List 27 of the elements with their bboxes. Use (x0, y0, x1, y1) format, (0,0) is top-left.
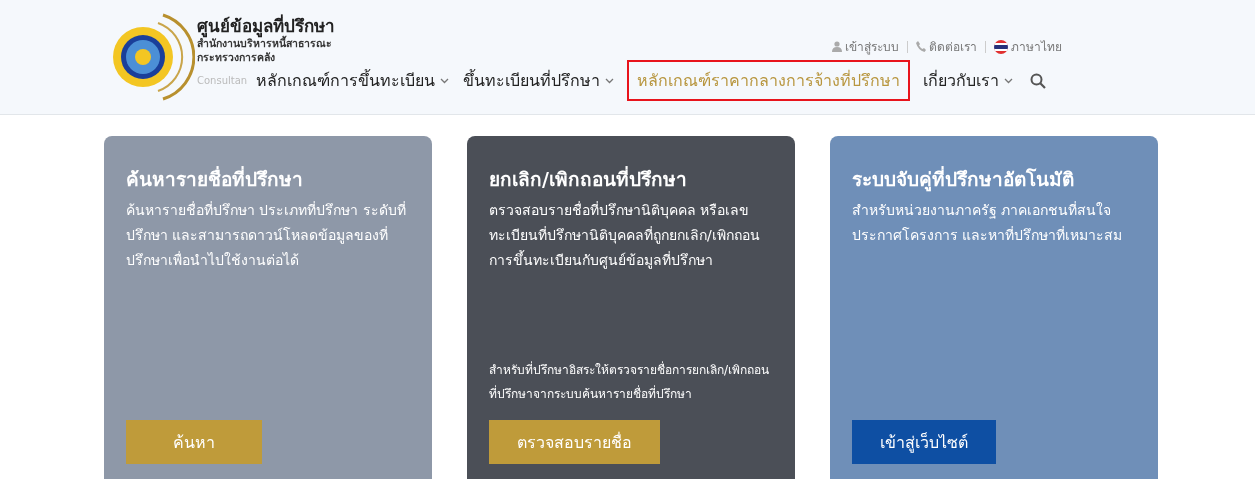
user-icon (832, 41, 842, 52)
card-title: ระบบจับคู่ที่ปรึกษาอัตโนมัติ (852, 166, 1075, 192)
site-subtitle: กระทรวงการคลัง (197, 50, 276, 64)
nav-menu-item[interactable]: ขึ้นทะเบียนที่ปรึกษา (456, 60, 622, 101)
card-button[interactable]: ค้นหา (126, 420, 262, 464)
card-title: ค้นหารายชื่อที่ปรึกษา (126, 166, 304, 192)
card-button[interactable]: ตรวจสอบรายชื่อ (489, 420, 660, 464)
flag-icon (994, 39, 1008, 54)
top-link[interactable]: ภาษาไทย (994, 37, 1062, 56)
card-description: สำหรับหน่วยงานภาครัฐ ภาคเอกชนที่สนใจประกาศโครงการ และหาที่ปรึกษาที่เหมาะสม (852, 200, 1124, 245)
top-link[interactable]: ติดต่อเรา (916, 37, 977, 56)
card-button[interactable]: เข้าสู่เว็บไซต์ (852, 420, 996, 464)
top-link[interactable]: เข้าสู่ระบบ (832, 37, 899, 56)
site-title: ศูนย์ข้อมูลที่ปรึกษา (197, 16, 335, 36)
nav-menu-item[interactable]: เกี่ยวกับเรา (916, 60, 1021, 101)
card-description: ตรวจสอบรายชื่อที่ปรึกษานิติบุคคล หรือเลขทะเบียนที่ปรึกษานิติบุคคลที่ถูกยกเลิก/เพิกถอนการขึ้นทะเบียนกับศูนย์ข้อมูลที่ปรึกษา (489, 200, 761, 271)
chevron-down-icon (440, 77, 450, 84)
chevron-down-icon (605, 77, 615, 84)
chevron-down-icon (1004, 77, 1014, 84)
card-description: ค้นหารายชื่อที่ปรึกษา ประเภทที่ปรึกษา ระดับที่ปรึกษา และสามารถดาวน์โหลดข้อมูลของที่ปรึกษาเพื่อนำไปใช้งานต่อได้ (126, 200, 407, 270)
card-note: สำหรับที่ปรึกษาอิสระให้ตรวจรายชื่อการยกเลิก/เพิกถอนที่ปรึกษาจากระบบค้นหารายชื่อที่ปรึกษา (489, 360, 771, 403)
search-icon (1030, 72, 1047, 89)
phone-icon (916, 41, 926, 52)
card-title: ยกเลิก/เพิกถอนที่ปรึกษา (489, 166, 688, 192)
site-subtitle: สำนักงานบริหารหนี้สาธารณะ (197, 36, 332, 50)
nav-menu-item[interactable]: หลักเกณฑ์ราคากลางการจ้างที่ปรึกษา (627, 60, 911, 101)
site-english-title: Consultan (197, 73, 248, 88)
